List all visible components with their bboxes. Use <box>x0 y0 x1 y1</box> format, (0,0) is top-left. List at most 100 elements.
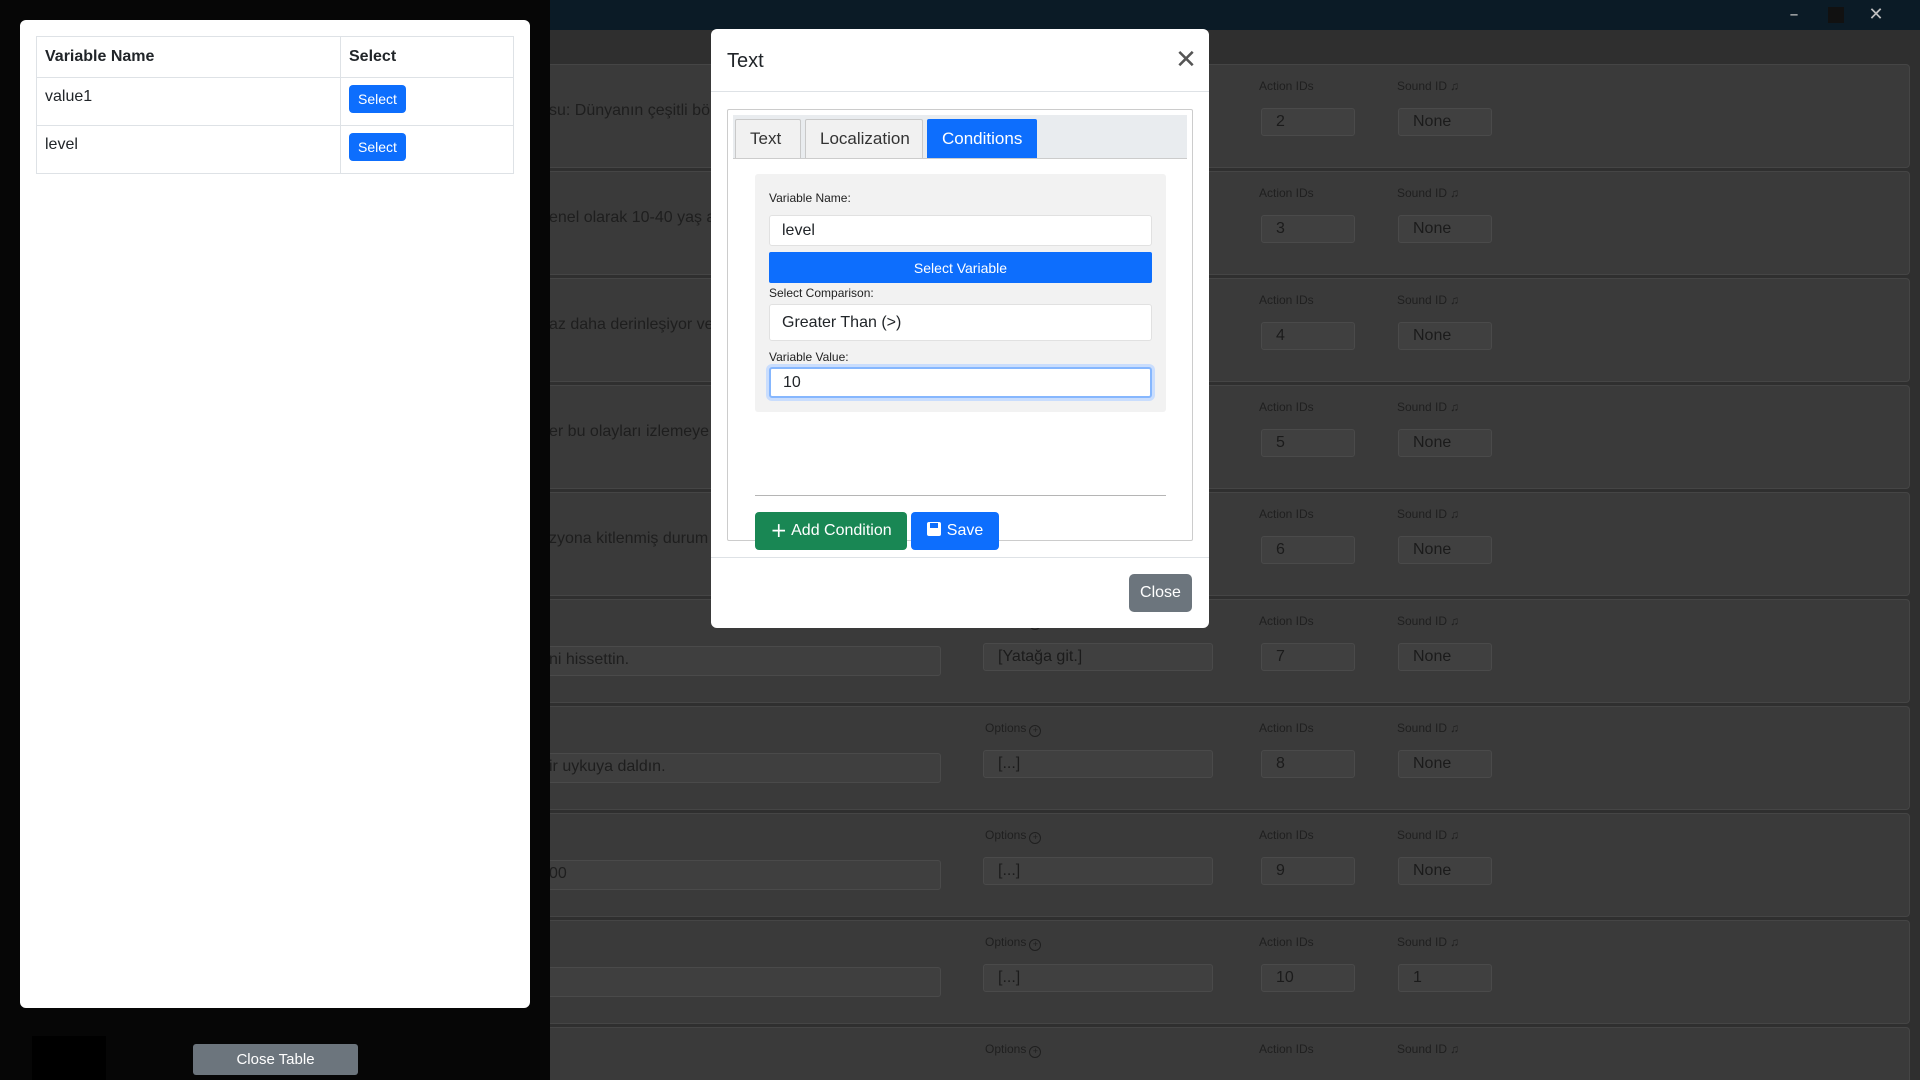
comparison-label: Select Comparison: <box>769 286 874 300</box>
dialogue-text: ni hissettin. <box>549 651 630 668</box>
dimmed-element <box>32 1036 106 1080</box>
table-row: level Select <box>36 125 514 174</box>
save-button[interactable]: Save <box>911 512 999 550</box>
music-icon: ♫ <box>1450 79 1460 93</box>
add-option-icon[interactable]: + <box>1029 832 1042 844</box>
options-field[interactable]: [...] <box>983 964 1213 992</box>
action-ids-field[interactable]: 5 <box>1261 429 1355 457</box>
condition-panel: Variable Name: Select Variable Select Co… <box>755 174 1166 412</box>
maximize-icon <box>1828 7 1844 23</box>
action-ids-label: Action IDs <box>1259 1042 1314 1056</box>
modal-footer: Close <box>711 557 1209 628</box>
options-label: Options+ <box>985 828 1042 844</box>
plus-icon: + <box>770 518 788 542</box>
action-ids-field[interactable]: 10 <box>1261 964 1355 992</box>
sound-id-label: Sound ID ♫ <box>1397 828 1460 842</box>
add-option-icon[interactable]: + <box>1029 725 1042 737</box>
action-ids-field[interactable]: 4 <box>1261 322 1355 350</box>
dialogue-row: Options + [...] Action IDs Sound ID ♫ 10 1 <box>540 920 1910 1024</box>
music-icon: ♫ <box>1450 186 1460 200</box>
action-ids-field[interactable]: 2 <box>1261 108 1355 136</box>
options-label: Options+ <box>985 721 1042 737</box>
action-ids-label: Action IDs <box>1259 79 1314 93</box>
music-icon: ♫ <box>1450 293 1460 307</box>
options-label: Options+ <box>985 935 1042 951</box>
sound-id-field[interactable]: None <box>1398 108 1492 136</box>
close-button[interactable]: Close <box>1129 574 1192 612</box>
variable-name-label: Variable Name: <box>769 191 851 205</box>
select-variable-button[interactable]: Select Variable <box>769 252 1152 283</box>
sound-id-label: Sound ID ♫ <box>1397 935 1460 949</box>
action-ids-field[interactable]: 9 <box>1261 857 1355 885</box>
dialogue-text-input[interactable] <box>541 967 941 997</box>
add-condition-button[interactable]: + Add Condition <box>755 512 907 550</box>
action-ids-field[interactable]: 3 <box>1261 215 1355 243</box>
action-ids-label: Action IDs <box>1259 721 1314 735</box>
options-field[interactable]: [Yatağa git.] <box>983 643 1213 671</box>
dialogue-text: enel olarak 10-40 yaş ar <box>549 209 721 226</box>
column-header-select: Select <box>340 36 514 78</box>
dialogue-row: 00 Options + [...] Action IDs Sound ID ♫ 9 None <box>540 813 1910 917</box>
options-label: Options+ <box>985 1042 1042 1058</box>
music-icon: ♫ <box>1450 614 1460 628</box>
options-field[interactable]: [...] <box>983 857 1213 885</box>
sound-id-label: Sound ID ♫ <box>1397 1042 1460 1056</box>
tab-conditions[interactable]: Conditions <box>927 119 1037 158</box>
sound-id-label: Sound ID ♫ <box>1397 507 1460 521</box>
window-maximize-button[interactable] <box>1822 4 1850 26</box>
music-icon: ♫ <box>1450 507 1460 521</box>
sound-id-field[interactable]: 1 <box>1398 964 1492 992</box>
dialogue-text: ir uykuya daldın. <box>549 758 666 775</box>
text-modal: Text ✕ Text Localization Conditions Vari… <box>711 29 1209 628</box>
window-close-button[interactable]: ✕ <box>1862 4 1890 26</box>
sound-id-field[interactable]: None <box>1398 429 1492 457</box>
close-table-button[interactable]: Close Table <box>193 1044 358 1075</box>
sound-id-field[interactable]: None <box>1398 857 1492 885</box>
select-variable-level-button[interactable]: Select <box>349 133 406 161</box>
variable-name-cell: level <box>36 125 341 174</box>
sound-id-field[interactable]: None <box>1398 322 1492 350</box>
tab-text[interactable]: Text <box>735 119 801 158</box>
add-option-icon[interactable]: + <box>1029 939 1042 951</box>
action-ids-field[interactable]: 6 <box>1261 536 1355 564</box>
divider <box>755 495 1166 496</box>
dialogue-text-input[interactable] <box>541 860 941 890</box>
add-option-icon[interactable]: + <box>1029 1046 1042 1058</box>
sound-id-label: Sound ID ♫ <box>1397 293 1460 307</box>
dialogue-text: su: Dünyanın çeşitli bölg <box>549 102 723 119</box>
action-ids-label: Action IDs <box>1259 935 1314 949</box>
music-icon: ♫ <box>1450 1042 1460 1056</box>
variable-name-input[interactable] <box>769 215 1152 246</box>
dialogue-text: er bu olayları izlemeye c <box>549 423 722 440</box>
action-ids-label: Action IDs <box>1259 186 1314 200</box>
action-ids-label: Action IDs <box>1259 507 1314 521</box>
sound-id-label: Sound ID ♫ <box>1397 79 1460 93</box>
sound-id-field[interactable]: None <box>1398 643 1492 671</box>
music-icon: ♫ <box>1450 828 1460 842</box>
modal-close-icon[interactable]: ✕ <box>1172 46 1200 74</box>
action-ids-field[interactable]: 7 <box>1261 643 1355 671</box>
window-minimize-button[interactable]: – <box>1780 4 1808 26</box>
modal-header: Text ✕ <box>711 29 1209 92</box>
sound-id-field[interactable]: None <box>1398 215 1492 243</box>
dialogue-text: az daha derinleşiyor ve <box>549 316 714 333</box>
sound-id-field[interactable]: None <box>1398 536 1492 564</box>
action-ids-label: Action IDs <box>1259 400 1314 414</box>
sound-id-label: Sound ID ♫ <box>1397 400 1460 414</box>
dialogue-row: Options + Action IDs Sound ID ♫ <box>540 1027 1910 1080</box>
music-icon: ♫ <box>1450 400 1460 414</box>
sound-id-label: Sound ID ♫ <box>1397 614 1460 628</box>
sound-id-label: Sound ID ♫ <box>1397 186 1460 200</box>
select-variable-value1-button[interactable]: Select <box>349 85 406 113</box>
variable-value-input[interactable] <box>769 367 1152 398</box>
tab-localization[interactable]: Localization <box>805 119 923 158</box>
music-icon: ♫ <box>1450 721 1460 735</box>
dialogue-text: zyona kitlenmiş durum <box>549 530 709 547</box>
action-ids-label: Action IDs <box>1259 828 1314 842</box>
comparison-select[interactable]: Greater Than (>) <box>769 304 1152 341</box>
options-field[interactable]: [...] <box>983 750 1213 778</box>
sound-id-label: Sound ID ♫ <box>1397 721 1460 735</box>
sound-id-field[interactable]: None <box>1398 750 1492 778</box>
action-ids-field[interactable]: 8 <box>1261 750 1355 778</box>
tab-container: Text Localization Conditions Variable Na… <box>727 109 1193 550</box>
